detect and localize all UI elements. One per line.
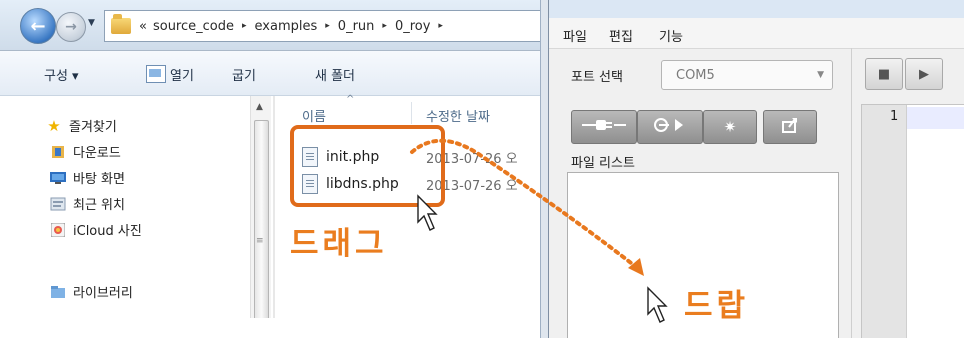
nav-item-favorites[interactable]: ★ 즐겨찾기 bbox=[46, 116, 117, 136]
breadcrumb-chevron-icon[interactable]: ▸ bbox=[382, 21, 387, 31]
line-number: 1 bbox=[890, 109, 899, 124]
scroll-up-icon[interactable]: ▲ bbox=[256, 102, 263, 112]
nav-item-icloud-photos[interactable]: iCloud 사진 bbox=[50, 220, 142, 239]
command-bar: 구성 ▾ 열기 굽기 새 폴더 bbox=[0, 51, 548, 96]
nav-item-recent-places[interactable]: 최근 위치 bbox=[50, 194, 125, 213]
current-line-highlight bbox=[907, 107, 964, 129]
forward-arrow-icon: → bbox=[65, 19, 77, 35]
folder-icon bbox=[111, 14, 131, 34]
nav-item-library[interactable]: 라이브러리 bbox=[50, 282, 133, 301]
upload-button[interactable] bbox=[637, 110, 703, 144]
column-header-date-modified[interactable]: 수정한 날짜 bbox=[426, 106, 490, 125]
back-arrow-icon: ← bbox=[30, 15, 46, 37]
breadcrumb-chevron-icon[interactable]: ▸ bbox=[325, 21, 330, 31]
port-select-value: COM5 bbox=[676, 68, 715, 83]
export-button[interactable] bbox=[763, 110, 817, 144]
forward-button[interactable]: → bbox=[56, 12, 86, 42]
burn-button[interactable]: 굽기 bbox=[232, 65, 256, 84]
drag-annotation-label: 드래그 bbox=[290, 226, 388, 262]
breadcrumb-chevron-icon[interactable]: ▸ bbox=[242, 21, 247, 31]
nav-item-label: iCloud 사진 bbox=[73, 224, 142, 239]
run-button[interactable]: ▶ bbox=[905, 58, 943, 90]
open-button[interactable]: 열기 bbox=[170, 65, 194, 84]
title-bar bbox=[549, 0, 964, 18]
new-folder-button[interactable]: 새 폴더 bbox=[315, 65, 355, 84]
icloud-photos-icon bbox=[50, 222, 66, 237]
file-explorer-window: ← → ▼ « source_code ▸ examples ▸ 0_run ▸… bbox=[0, 0, 548, 338]
breadcrumb-0-roy[interactable]: 0_roy bbox=[395, 19, 430, 34]
breadcrumb-chevron-icon[interactable]: ▸ bbox=[438, 21, 443, 31]
code-editor[interactable]: 1 bbox=[861, 104, 964, 338]
stop-icon: ■ bbox=[877, 66, 891, 82]
uploader-tool-window: 파일 편집 기능 포트 선택 COM5 ▼ ✷ 파일 리스트 ■ ▶ 1 bbox=[548, 0, 964, 338]
plug-icon bbox=[582, 117, 626, 137]
breadcrumb-0-run[interactable]: 0_run bbox=[338, 19, 375, 34]
pane-splitter[interactable] bbox=[273, 96, 275, 338]
upload-plug-icon bbox=[653, 117, 687, 137]
desktop-icon bbox=[50, 171, 66, 185]
library-icon bbox=[50, 285, 66, 299]
address-bar[interactable]: « source_code ▸ examples ▸ 0_run ▸ 0_roy… bbox=[104, 10, 542, 42]
organize-button[interactable]: 구성 ▾ bbox=[44, 65, 79, 84]
bottom-strip bbox=[0, 318, 548, 338]
nav-item-label: 라이브러리 bbox=[73, 286, 133, 301]
breadcrumb-overflow-icon[interactable]: « bbox=[139, 19, 147, 34]
drop-annotation-label: 드랍 bbox=[684, 288, 750, 324]
connect-button[interactable] bbox=[571, 110, 637, 144]
recent-places-icon bbox=[50, 197, 66, 211]
nav-item-label: 바탕 화면 bbox=[73, 172, 125, 187]
stop-button[interactable]: ■ bbox=[865, 58, 903, 90]
menu-file[interactable]: 파일 bbox=[563, 26, 587, 45]
nav-item-label: 즐겨찾기 bbox=[69, 120, 117, 135]
drag-selection-highlight bbox=[290, 125, 445, 207]
star-icon: ★ bbox=[47, 116, 61, 135]
breadcrumb-examples[interactable]: examples bbox=[255, 19, 318, 34]
editor-splitter[interactable] bbox=[851, 48, 852, 338]
nav-item-label: 다운로드 bbox=[73, 146, 121, 161]
export-icon bbox=[781, 116, 799, 138]
line-number-gutter: 1 bbox=[862, 105, 907, 338]
nav-item-label: 최근 위치 bbox=[73, 198, 125, 213]
downloads-icon bbox=[50, 145, 66, 159]
menu-function[interactable]: 기능 bbox=[659, 26, 683, 45]
menu-edit[interactable]: 편집 bbox=[609, 26, 633, 45]
sort-ascending-icon: ^ bbox=[346, 94, 355, 105]
address-row: ← → ▼ « source_code ▸ examples ▸ 0_run ▸… bbox=[0, 0, 548, 51]
nav-pane-scrollbar[interactable]: ▲ ≡ bbox=[250, 96, 271, 338]
column-divider[interactable] bbox=[411, 102, 412, 124]
scroll-grip-icon: ≡ bbox=[256, 236, 264, 246]
column-header-name[interactable]: 이름 bbox=[302, 106, 326, 125]
settings-button[interactable]: ✷ bbox=[703, 110, 757, 144]
file-list-label: 파일 리스트 bbox=[571, 156, 635, 171]
navigation-pane: ★ 즐겨찾기 다운로드 바탕 화면 최근 위치 iCloud 사진 라이브러리 bbox=[0, 96, 275, 338]
port-select-label: 포트 선택 bbox=[571, 70, 623, 85]
breadcrumb-source-code[interactable]: source_code bbox=[153, 19, 234, 34]
open-icon[interactable] bbox=[146, 65, 166, 83]
scrollbar-thumb[interactable] bbox=[254, 120, 269, 332]
nav-item-downloads[interactable]: 다운로드 bbox=[50, 142, 121, 161]
port-select-dropdown[interactable]: COM5 ▼ bbox=[661, 60, 833, 90]
window-border bbox=[540, 0, 548, 338]
play-icon: ▶ bbox=[919, 66, 929, 82]
history-dropdown-icon[interactable]: ▼ bbox=[88, 18, 95, 28]
menu-bar: 파일 편집 기능 bbox=[549, 18, 964, 49]
chevron-down-icon: ▼ bbox=[817, 70, 824, 80]
gear-icon: ✷ bbox=[723, 118, 737, 136]
nav-item-desktop[interactable]: 바탕 화면 bbox=[50, 168, 125, 187]
back-button[interactable]: ← bbox=[20, 8, 56, 44]
